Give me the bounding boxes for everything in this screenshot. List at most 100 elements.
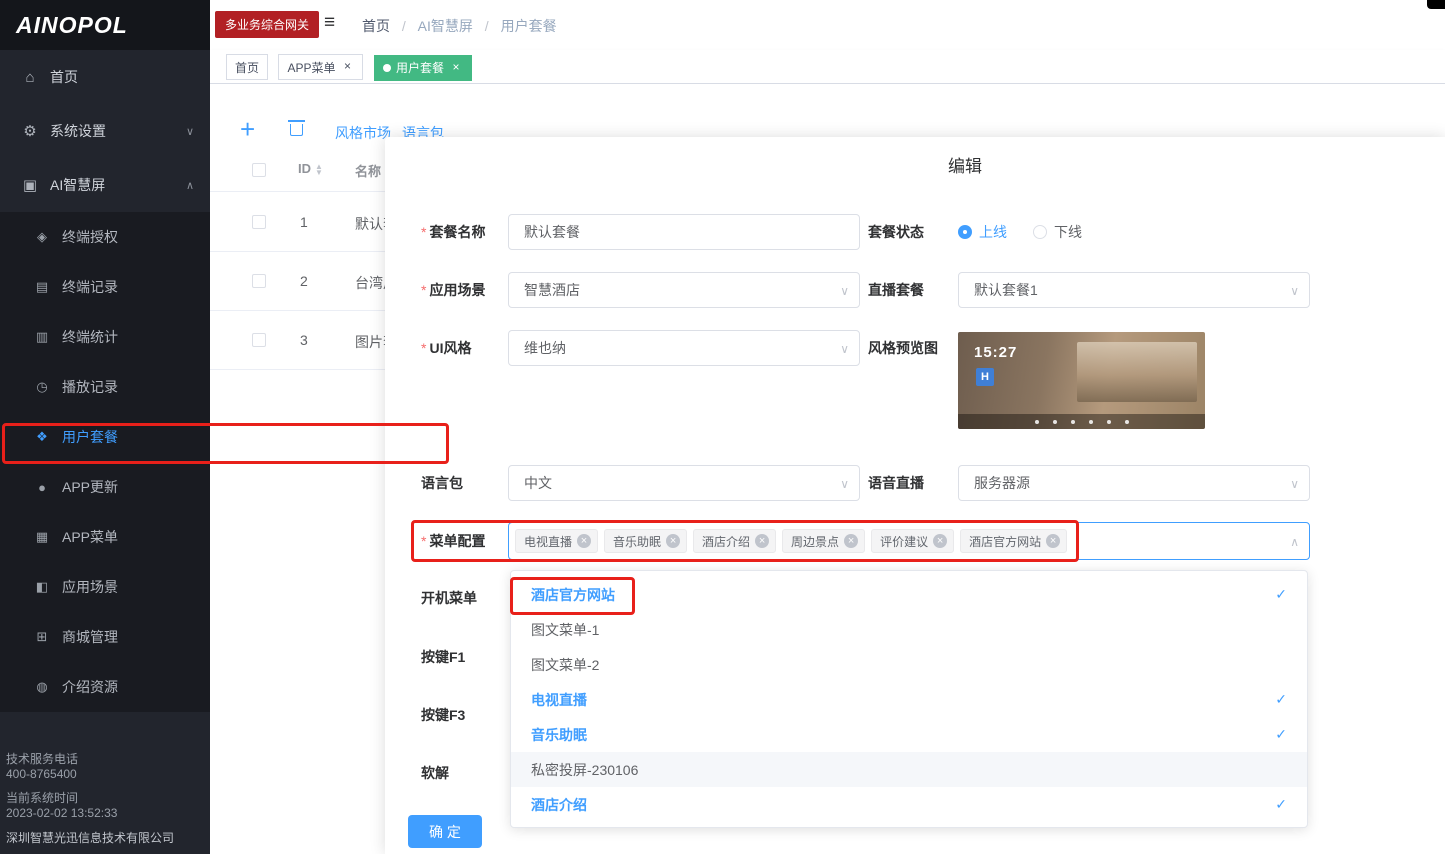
menu-config-dropdown: 酒店官方网站 ✓ 图文菜单-1 图文菜单-2 电视直播 ✓ 音乐助眠 ✓ 私密投… [510, 570, 1308, 828]
sidebar-item-app-update[interactable]: ● APP更新 [0, 462, 210, 512]
preview-menu-strip [958, 414, 1205, 429]
sidebar-item-app-scene[interactable]: ◧ 应用场景 [0, 562, 210, 612]
selected-tag: 音乐助眠 × [604, 529, 687, 553]
tab-label: 首页 [235, 59, 259, 76]
confirm-button[interactable]: 确 定 [408, 815, 482, 848]
sidebar-item-terminal-auth[interactable]: ◈ 终端授权 [0, 212, 210, 262]
field-label-language-pack: 语言包 [421, 465, 513, 501]
chevron-down-icon: ∨ [840, 466, 849, 502]
field-label-menu-config: *菜单配置 [421, 523, 513, 559]
scene-icon: ◧ [34, 579, 50, 595]
selected-tag: 评价建议 × [871, 529, 954, 553]
sidebar-item-label: 首页 [50, 67, 78, 87]
tag-close-icon[interactable]: × [666, 534, 680, 548]
chevron-down-icon: ∨ [840, 273, 849, 309]
chevron-down-icon: ∨ [840, 331, 849, 367]
breadcrumb-home[interactable]: 首页 [362, 18, 390, 34]
dropdown-option-tv-live[interactable]: 电视直播 ✓ [511, 682, 1307, 717]
package-name-input[interactable] [508, 214, 860, 250]
package-status-radio-group: 上线 下线 [958, 214, 1082, 250]
menu-config-multiselect[interactable]: 电视直播 × 音乐助眠 × 酒店介绍 × 周边景点 × 评价建议 × 酒店官方网… [508, 522, 1310, 560]
ui-style-select[interactable]: 维也纳 ∨ [508, 330, 860, 366]
gateway-badge[interactable]: 多业务综合网关 [215, 11, 319, 38]
chevron-down-icon: ∨ [186, 125, 194, 138]
radio-offline[interactable]: 下线 [1033, 222, 1082, 242]
delete-icon[interactable] [290, 124, 303, 136]
app-scene-select[interactable]: 智慧酒店 ∨ [508, 272, 860, 308]
sidebar-item-label: 应用场景 [62, 577, 118, 597]
sidebar-item-label: 终端记录 [62, 277, 118, 297]
sidebar-item-terminal-stats[interactable]: ▥ 终端统计 [0, 312, 210, 362]
sidebar-item-label: 终端统计 [62, 327, 118, 347]
sidebar-item-home[interactable]: ⌂ 首页 [0, 50, 210, 104]
row-checkbox[interactable] [252, 333, 266, 347]
tab-app-menu[interactable]: APP菜单 × [278, 54, 363, 80]
system-time-value: 2023-02-02 13:52:33 [6, 806, 200, 821]
sidebar-item-user-package[interactable]: ❖ 用户套餐 [0, 412, 210, 462]
tag-close-icon[interactable]: × [844, 534, 858, 548]
dropdown-option-hotel-intro[interactable]: 酒店介绍 ✓ [511, 787, 1307, 822]
column-header-id[interactable]: ID▲▼ [298, 161, 323, 176]
circle-icon: ● [34, 480, 50, 495]
sidebar: AINOPOL ⌂ 首页 ⚙ 系统设置 ∨ ▣ AI智慧屏 ∧ ◈ 终端授权 [0, 0, 210, 854]
tab-label: 用户套餐 [396, 59, 444, 76]
field-label-key-f3: 按键F3 [421, 697, 513, 733]
language-pack-select[interactable]: 中文 ∨ [508, 465, 860, 501]
tag-close-icon[interactable]: × [933, 534, 947, 548]
dialog-title: 编辑 [435, 152, 1445, 177]
selected-tag: 周边景点 × [782, 529, 865, 553]
mall-icon: ⊞ [34, 629, 50, 645]
close-icon[interactable]: × [340, 60, 354, 74]
dropdown-option-music-sleep[interactable]: 音乐助眠 ✓ [511, 717, 1307, 752]
field-label-app-scene: *应用场景 [421, 272, 513, 308]
gear-icon: ⚙ [22, 122, 38, 140]
close-icon[interactable]: × [449, 61, 463, 75]
tab-user-package[interactable]: 用户套餐 × [374, 55, 472, 81]
field-label-ui-style: *UI风格 [421, 330, 513, 366]
preview-clock-text: 15:27 [974, 344, 1017, 361]
clock-icon: ◷ [34, 379, 50, 395]
sidebar-item-label: APP更新 [62, 477, 118, 497]
dropdown-option-hotel-website[interactable]: 酒店官方网站 ✓ [511, 577, 1307, 612]
hamburger-icon[interactable]: ≡ [324, 12, 335, 34]
sidebar-menu: ⌂ 首页 ⚙ 系统设置 ∨ ▣ AI智慧屏 ∧ ◈ 终端授权 ▤ 终端 [0, 50, 210, 712]
tag-close-icon[interactable]: × [1046, 534, 1060, 548]
sidebar-item-mall-management[interactable]: ⊞ 商城管理 [0, 612, 210, 662]
tags-view-bar: 首页 APP菜单 × 用户套餐 × [210, 50, 1445, 84]
style-market-link[interactable]: 风格市场 [335, 123, 391, 143]
dropdown-option-image-menu-1[interactable]: 图文菜单-1 [511, 612, 1307, 647]
style-preview-image: 15:27 H [958, 332, 1205, 429]
add-icon[interactable]: + [240, 114, 255, 145]
select-all-checkbox[interactable] [252, 163, 266, 177]
sidebar-item-app-menu[interactable]: ▦ APP菜单 [0, 512, 210, 562]
sidebar-item-play-records[interactable]: ◷ 播放记录 [0, 362, 210, 412]
breadcrumb-ai-screen[interactable]: AI智慧屏 [418, 18, 473, 34]
system-time-label: 当前系统时间 [6, 791, 200, 806]
breadcrumb: 首页 / AI智慧屏 / 用户套餐 [362, 16, 557, 36]
preview-hotel-logo: H [976, 368, 994, 386]
voice-live-select[interactable]: 服务器源 ∨ [958, 465, 1310, 501]
sidebar-item-terminal-records[interactable]: ▤ 终端记录 [0, 262, 210, 312]
dropdown-option-image-menu-2[interactable]: 图文菜单-2 [511, 647, 1307, 682]
tab-home[interactable]: 首页 [226, 54, 268, 80]
sidebar-item-label: 终端授权 [62, 227, 118, 247]
radio-circle-icon [1033, 225, 1047, 239]
field-label-boot-menu: 开机菜单 [421, 580, 513, 616]
check-icon: ✓ [1275, 691, 1287, 708]
dropdown-option-private-cast[interactable]: 私密投屏-230106 [511, 752, 1307, 787]
sidebar-item-intro-resources[interactable]: ◍ 介绍资源 [0, 662, 210, 712]
row-checkbox[interactable] [252, 215, 266, 229]
sidebar-item-system-settings[interactable]: ⚙ 系统设置 ∨ [0, 104, 210, 158]
live-package-select[interactable]: 默认套餐1 ∨ [958, 272, 1310, 308]
selected-tag: 电视直播 × [515, 529, 598, 553]
breadcrumb-user-package: 用户套餐 [501, 18, 557, 34]
tag-close-icon[interactable]: × [577, 534, 591, 548]
tag-close-icon[interactable]: × [755, 534, 769, 548]
field-label-live-package: 直播套餐 [868, 272, 960, 308]
active-dot-icon [383, 64, 391, 72]
radio-online[interactable]: 上线 [958, 222, 1007, 242]
sidebar-item-label: 介绍资源 [62, 677, 118, 697]
sort-icon[interactable]: ▲▼ [315, 164, 323, 176]
sidebar-item-ai-screen[interactable]: ▣ AI智慧屏 ∧ [0, 158, 210, 212]
row-checkbox[interactable] [252, 274, 266, 288]
